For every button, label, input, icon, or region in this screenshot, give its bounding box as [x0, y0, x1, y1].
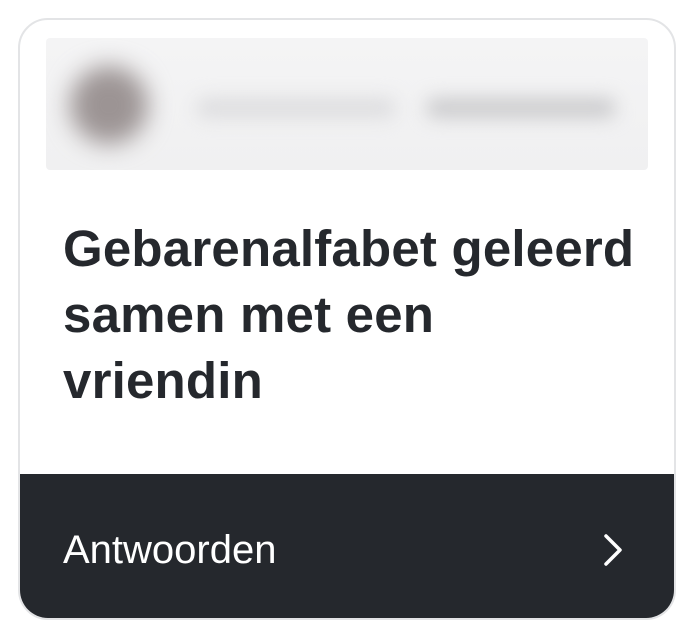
- card-title: Gebarenalfabet geleerd samen met een vri…: [63, 220, 635, 409]
- chevron-right-icon: [604, 534, 622, 566]
- reply-button[interactable]: Antwoorden: [20, 474, 674, 618]
- blurred-author-name: [196, 98, 396, 118]
- blurred-author-meta: [426, 98, 616, 118]
- reply-button-label: Antwoorden: [63, 528, 277, 572]
- avatar: [70, 66, 148, 144]
- blurred-author-header: [46, 38, 648, 170]
- question-card: Gebarenalfabet geleerd samen met een vri…: [18, 18, 676, 620]
